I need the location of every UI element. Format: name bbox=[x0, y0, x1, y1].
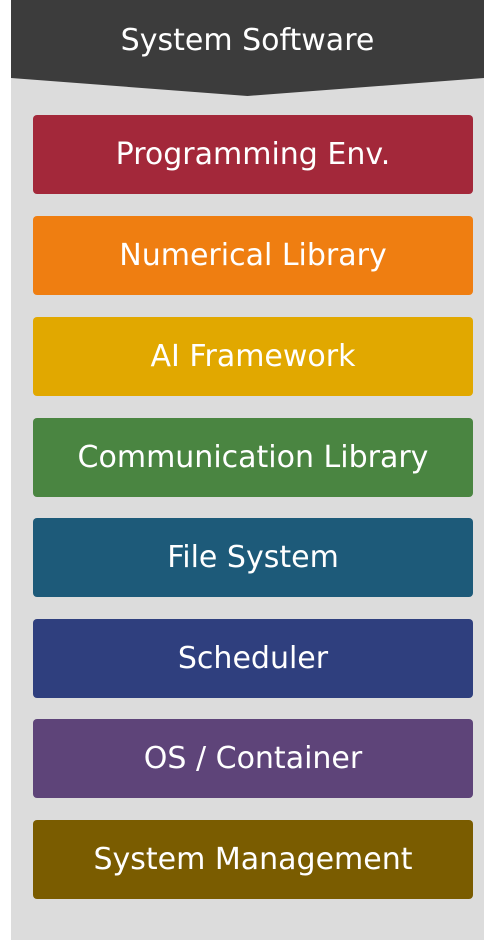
layer-system-management: System Management bbox=[33, 820, 473, 899]
layer-file-system: File System bbox=[33, 518, 473, 597]
header-title: System Software bbox=[120, 22, 375, 58]
layer-communication-library: Communication Library bbox=[33, 418, 473, 497]
layer-ai-framework: AI Framework bbox=[33, 317, 473, 396]
layer-programming-env: Programming Env. bbox=[33, 115, 473, 194]
layer-os-container: OS / Container bbox=[33, 719, 473, 798]
layer-scheduler: Scheduler bbox=[33, 619, 473, 698]
layer-numerical-library: Numerical Library bbox=[33, 216, 473, 295]
